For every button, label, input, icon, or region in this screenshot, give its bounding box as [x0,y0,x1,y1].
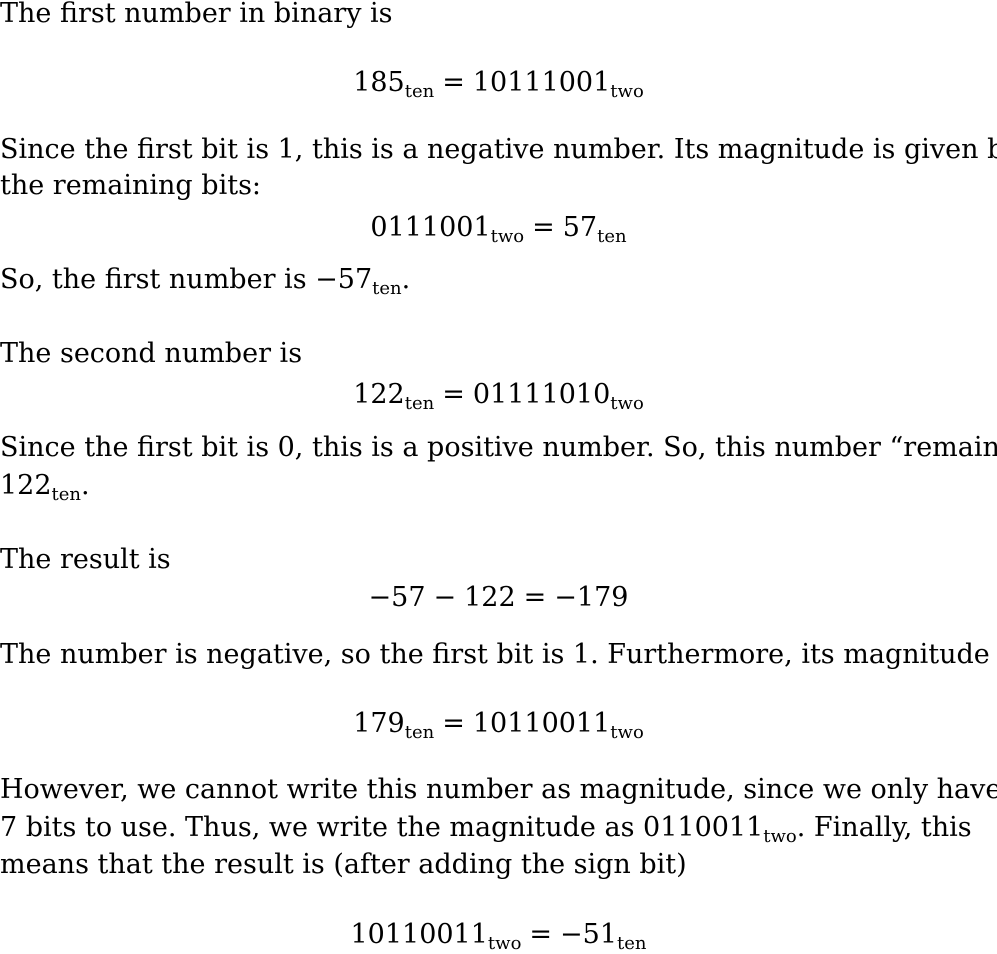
equation-magnitude-57: 0111001two = 57ten [0,210,997,246]
eq6-lhs-subscript: two [487,933,522,954]
p3-subscript: ten [372,278,402,299]
equals-sign: = [529,919,553,950]
eq6-rhs: −51 [560,919,618,950]
p3-value: −57 [315,264,373,295]
eq2-lhs-subscript: two [490,226,525,247]
paragraph-second-positive-line2: 122ten. [0,468,997,504]
equation-179-binary: 179ten = 10110011two [0,706,997,742]
eq2-lhs: 0111001 [370,212,491,243]
eq2-rhs-subscript: ten [597,226,627,247]
eq4-b: 122 [464,582,516,613]
equation-122-binary: 122ten = 01111010two [0,377,997,413]
paragraph-second-number-intro: The second number is [0,338,303,369]
eq1-rhs: 10111001 [472,67,611,98]
eq3-rhs: 01111010 [472,379,611,410]
eq3-lhs: 122 [353,379,405,410]
eq4-c: −179 [554,582,629,613]
eq5-lhs: 179 [353,708,405,739]
p5-subscript: ten [51,484,82,505]
eq2-rhs: 57 [562,212,598,243]
p5-period: . [81,470,90,501]
p3-period: . [401,264,411,295]
eq4-equals: = [523,582,547,613]
equals-sign: = [442,379,465,410]
p8-text: 7 bits to use. Thus, we write the magnit… [0,812,644,843]
eq3-lhs-subscript: ten [404,393,435,414]
eq4-a: −57 [368,582,426,613]
eq6-rhs-subscript: ten [617,933,647,954]
document-page: The first number in binary is 185ten = 101… [0,0,997,953]
eq5-lhs-subscript: ten [404,722,435,743]
eq5-rhs: 10110011 [472,708,611,739]
eq1-rhs-subscript: two [610,81,644,102]
paragraph-negative-magnitude: The number is negative, so the first bit… [0,639,997,670]
equals-sign: = [442,708,465,739]
paragraph-overflow-line2: 7 bits to use. Thus, we write the magnit… [0,810,997,846]
eq1-lhs: 185 [353,67,405,98]
equals-sign: = [532,212,555,243]
p8-post: . Finally, this [796,812,972,843]
p5-value: 122 [0,470,52,501]
eq1-lhs-subscript: ten [404,81,435,102]
eq6-lhs: 10110011 [350,919,488,950]
paragraph-second-positive-line1: Since the first bit is 0, this is a posi… [0,432,997,463]
eq4-minus: − [433,582,457,613]
equation-result-sum: −57−122 = −179 [0,580,997,616]
p3-text: So, the first number is [0,264,316,295]
paragraph-first-number-intro: The first number in binary is [0,0,393,29]
p8-subscript: two [763,826,797,847]
eq5-rhs-subscript: two [610,722,644,743]
paragraph-first-number-value: So, the first number is −57ten. [0,262,997,298]
eq3-rhs-subscript: two [610,393,644,414]
p8-value: 0110011 [643,812,764,843]
equation-185-binary: 185ten = 10111001two [0,65,997,101]
paragraph-first-bit-negative-line2: the remaining bits: [0,170,262,201]
paragraph-overflow-line3: means that the result is (after adding t… [0,849,687,880]
equals-sign: = [442,67,465,98]
paragraph-first-bit-negative-line1: Since the first bit is 1, this is a nega… [0,134,997,165]
paragraph-overflow-line1: However, we cannot write this number as … [0,774,997,805]
paragraph-result-intro: The result is [0,544,171,575]
